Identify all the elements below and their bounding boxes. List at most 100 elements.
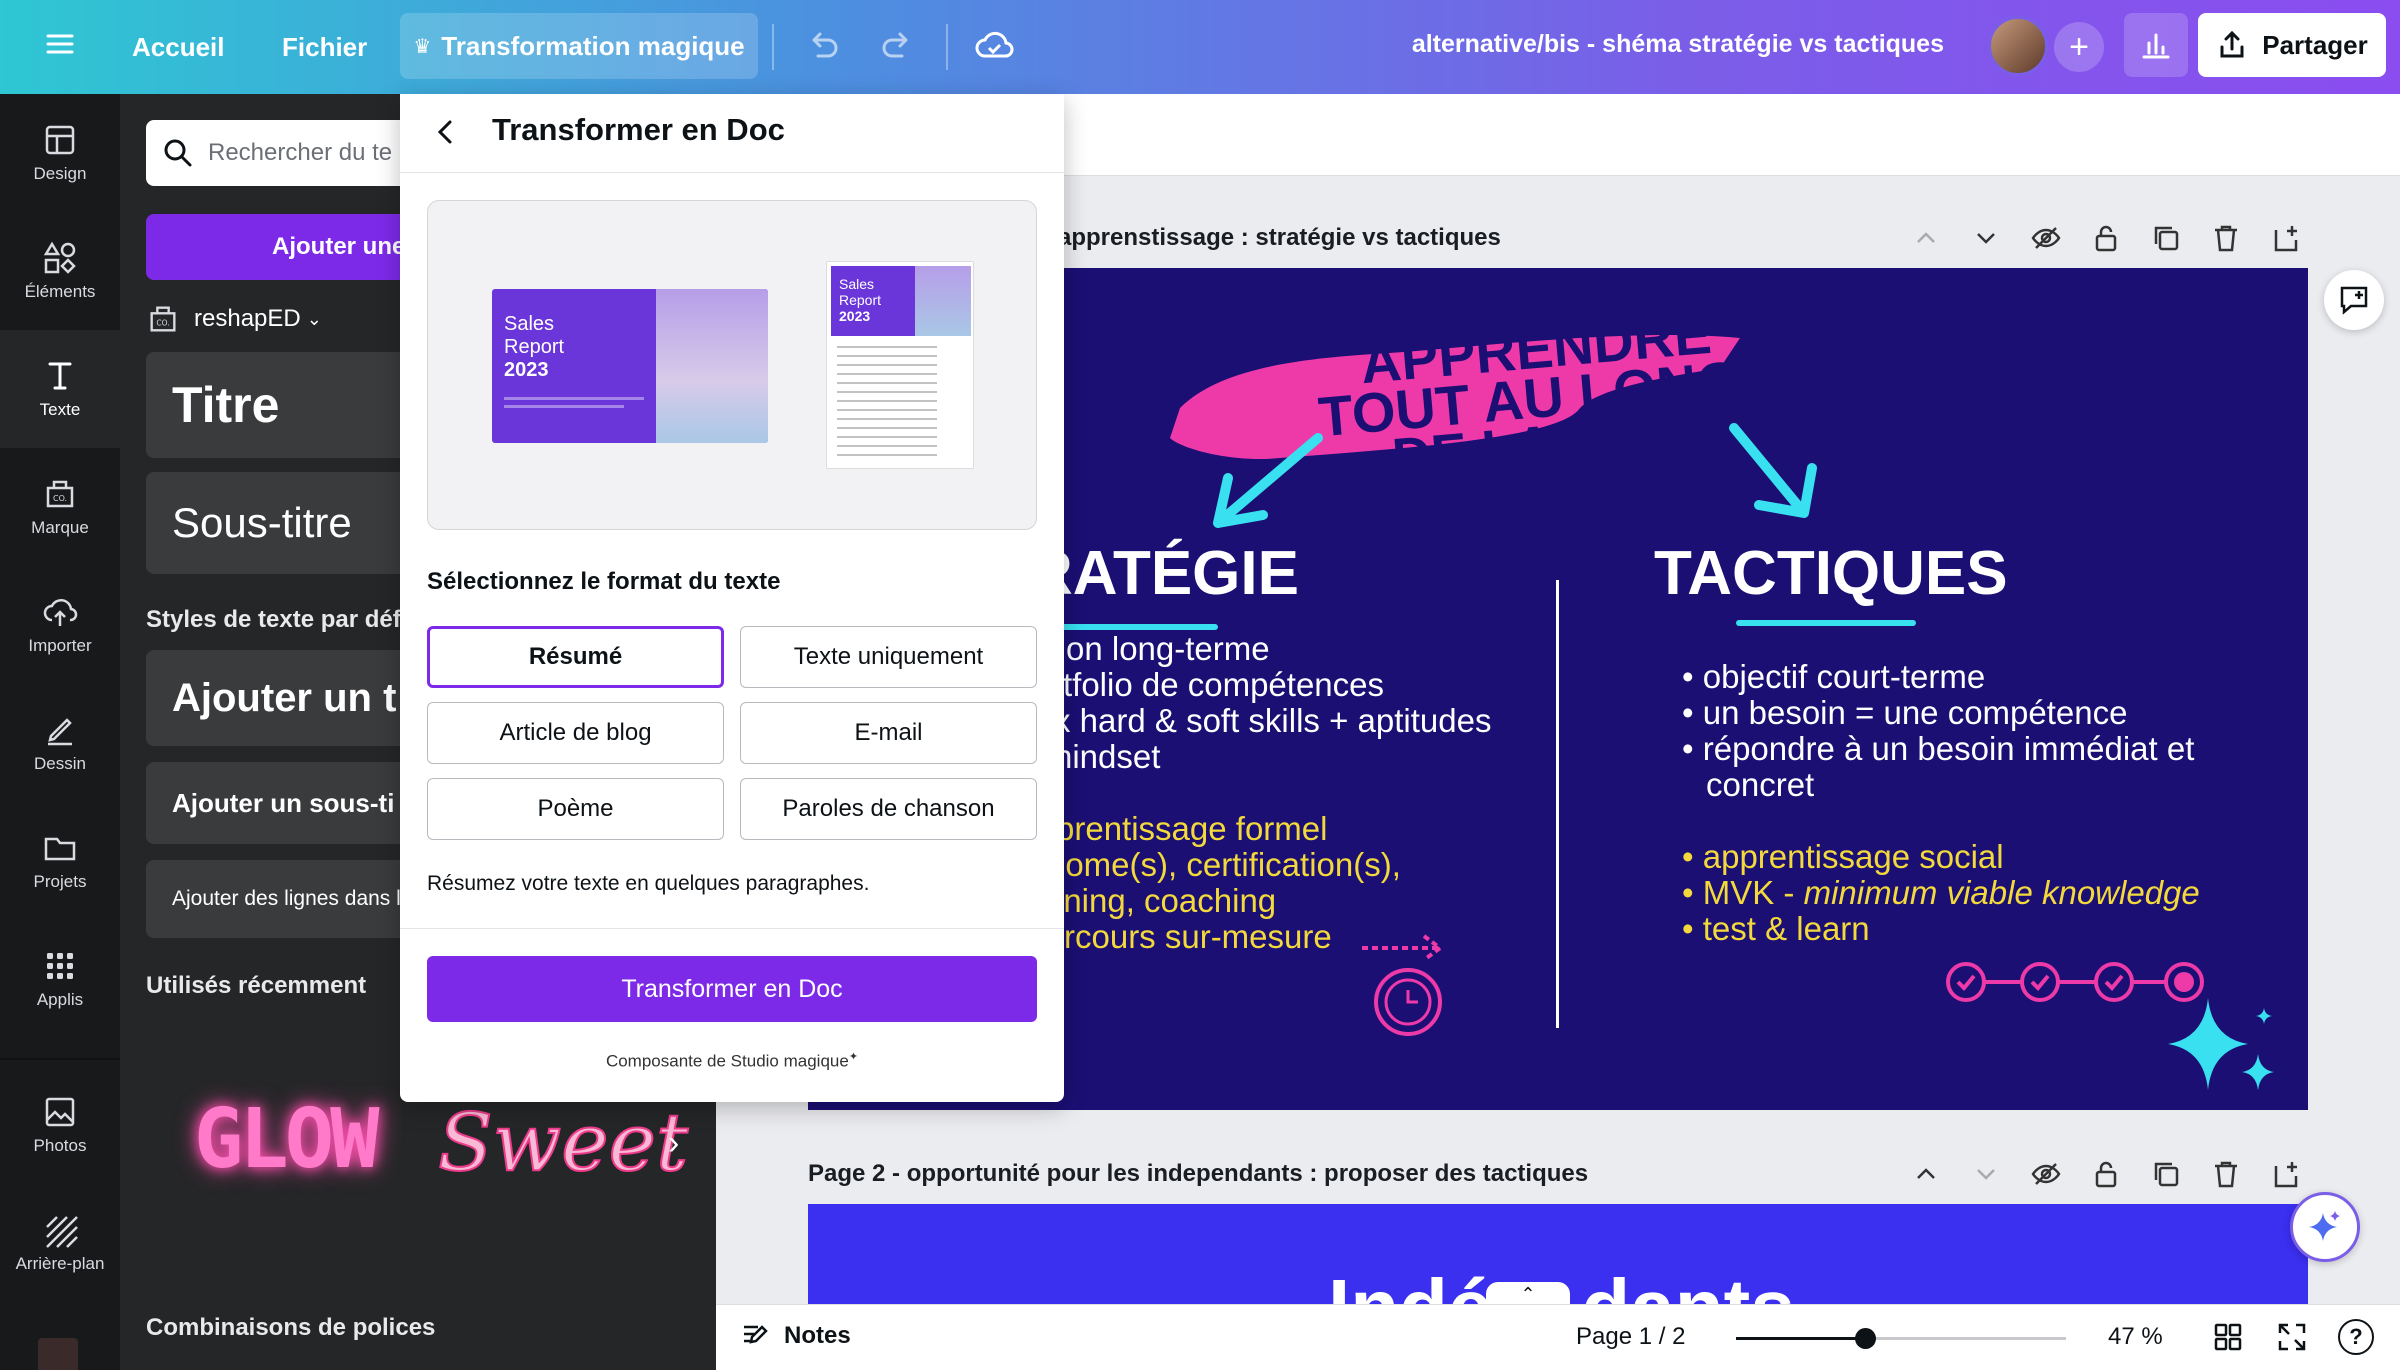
pen-icon <box>48 718 72 746</box>
preview-portrait-photo <box>915 266 971 336</box>
rail-background[interactable]: Arrière-plan <box>0 1184 120 1302</box>
insights-button[interactable] <box>2124 13 2188 77</box>
format-blog-option[interactable]: Article de blog <box>427 702 724 764</box>
hide-icon[interactable] <box>2030 222 2062 254</box>
fullscreen-icon[interactable] <box>2276 1321 2308 1353</box>
page-1-title[interactable]: apprenstissage : stratégie vs tactiques <box>1058 224 1501 252</box>
tactics-bullet: • un besoin = une compétence <box>1682 694 2128 731</box>
add-collaborator-icon[interactable]: + <box>2054 22 2104 72</box>
tactics-bullet: • répondre à un besoin immédiat et <box>1682 730 2195 767</box>
search-icon <box>164 139 192 167</box>
rail-photos[interactable]: Photos <box>0 1066 120 1184</box>
strategy-yellow-bullet: rcours sur-mesure <box>1064 918 1332 955</box>
add-page-icon[interactable] <box>2270 222 2302 254</box>
help-icon[interactable]: ? <box>2338 1319 2374 1355</box>
add-page-icon[interactable] <box>2270 1158 2302 1190</box>
format-summary-option[interactable]: Résumé <box>427 626 724 688</box>
add-body-style[interactable]: Ajouter des lignes dans l <box>146 860 416 938</box>
duplicate-icon[interactable] <box>2150 222 2182 254</box>
collapse-pages-handle[interactable]: ⌃ <box>1486 1282 1570 1306</box>
add-text-box-button[interactable]: Ajouter une <box>146 214 416 280</box>
format-poem-option[interactable]: Poème <box>427 778 724 840</box>
undo-icon[interactable] <box>804 28 840 69</box>
zoom-level[interactable]: 47 % <box>2108 1323 2163 1351</box>
cloud-upload-icon <box>43 599 78 626</box>
grid-view-icon[interactable] <box>2212 1321 2244 1353</box>
duplicate-icon[interactable] <box>2150 1158 2182 1190</box>
share-button[interactable]: Partager <box>2198 13 2386 77</box>
chevron-right-icon[interactable]: › <box>668 1124 679 1163</box>
rail-upload[interactable]: Importer <box>0 566 120 684</box>
chevron-down-icon[interactable] <box>1970 1158 2002 1190</box>
redo-icon[interactable] <box>880 28 916 69</box>
notes-icon <box>744 1325 768 1344</box>
search-input[interactable]: Rechercher du te <box>146 120 416 186</box>
sparkle-icon <box>2168 998 2274 1090</box>
add-subheading-style[interactable]: Ajouter un sous-ti <box>146 762 416 844</box>
arrow-left-icon <box>1213 433 1323 528</box>
lock-icon[interactable] <box>2090 1158 2122 1190</box>
preview-text: Report <box>839 292 882 308</box>
tactics-underline <box>1736 620 1916 626</box>
crown-icon: ♛ <box>413 35 432 58</box>
panel-footer-divider <box>400 928 1064 929</box>
subtitle-style[interactable]: Sous-titre <box>146 472 416 574</box>
cloud-saved-icon[interactable] <box>974 28 1014 69</box>
format-lyrics-option[interactable]: Paroles de chanson <box>740 778 1037 840</box>
format-text-only-option[interactable]: Texte uniquement <box>740 626 1037 688</box>
preview-portrait-doc: Sales Report 2023 <box>826 261 974 469</box>
strategy-bullet: on long-terme <box>1066 630 1270 667</box>
strategy-yellow-bullet: lome(s), certification(s), <box>1058 846 1401 883</box>
document-title[interactable]: alternative/bis - shéma stratégie vs tac… <box>1412 30 1944 59</box>
rail-draw[interactable]: Dessin <box>0 684 120 802</box>
font-combo-thumbnail[interactable] <box>38 1338 78 1370</box>
transform-to-doc-button[interactable]: Transformer en Doc <box>427 956 1037 1022</box>
menu-icon[interactable] <box>44 28 76 65</box>
avatar[interactable] <box>1988 16 2048 76</box>
back-arrow-icon[interactable] <box>430 116 462 148</box>
home-menu[interactable]: Accueil <box>132 32 225 63</box>
rail-design[interactable]: Design <box>0 94 120 212</box>
rail-text[interactable]: Texte <box>0 330 120 448</box>
rail-elements[interactable]: Éléments <box>0 212 120 330</box>
sparkle-icon: ✦ <box>848 1051 859 1063</box>
page-2-title[interactable]: Page 2 - opportunité pour les independan… <box>808 1160 1588 1188</box>
file-menu[interactable]: Fichier <box>282 32 367 63</box>
trash-icon[interactable] <box>2210 1158 2242 1190</box>
zoom-slider[interactable] <box>1736 1328 2066 1349</box>
chevron-up-icon[interactable] <box>1910 222 1942 254</box>
preview-text: Sales <box>504 313 555 335</box>
strategy-bullet: rtfolio de compétences <box>1052 666 1385 703</box>
rail-apps[interactable]: Applis <box>0 920 120 1038</box>
brand-kit-selector[interactable]: CO. reshapED ⌄ <box>146 302 322 336</box>
magic-assistant-button[interactable] <box>2290 1192 2360 1262</box>
rail-divider <box>0 1058 120 1060</box>
preview-landscape-doc: Sales Report 2023 <box>492 289 768 443</box>
format-email-option[interactable]: E-mail <box>740 702 1037 764</box>
add-heading-style[interactable]: Ajouter un t <box>146 650 416 746</box>
chevron-up-icon[interactable] <box>1910 1158 1942 1190</box>
trash-icon[interactable] <box>2210 222 2242 254</box>
notes-button[interactable]: Notes <box>740 1321 851 1351</box>
title-style[interactable]: Titre <box>146 352 416 458</box>
preview-small-lines <box>504 405 624 408</box>
rail-brand[interactable]: CO. Marque <box>0 448 120 566</box>
zoom-slider-thumb[interactable] <box>1854 1328 1876 1349</box>
lock-icon[interactable] <box>2090 222 2122 254</box>
sparkle-icon <box>2309 1211 2340 1241</box>
sweet-font-preview[interactable]: Sweet <box>437 1095 689 1190</box>
center-divider <box>1556 580 1559 1028</box>
comment-button[interactable] <box>2324 270 2384 330</box>
format-label: Sélectionnez le format du texte <box>427 568 781 595</box>
glow-font-preview[interactable]: GLOW <box>194 1092 379 1187</box>
chevron-down-icon[interactable] <box>1970 222 2002 254</box>
magic-transform-button[interactable]: ♛ Transformation magique <box>400 13 758 79</box>
photo-icon <box>45 1097 75 1127</box>
tactics-heading: TACTIQUES <box>1654 539 2008 608</box>
hide-icon[interactable] <box>2030 1158 2062 1190</box>
hatch-icon <box>46 1216 78 1248</box>
rail-projects[interactable]: Projets <box>0 802 120 920</box>
page-indicator[interactable]: Page 1 / 2 <box>1576 1323 1685 1351</box>
preview-text: 2023 <box>839 308 871 324</box>
folder-icon <box>44 837 76 861</box>
